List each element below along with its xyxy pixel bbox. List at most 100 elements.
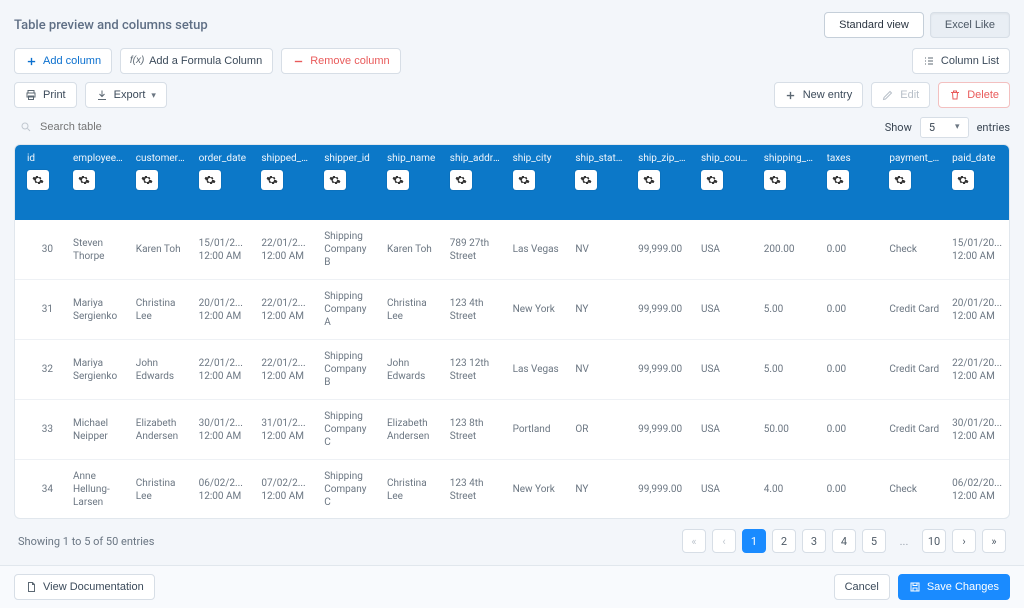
list-icon — [923, 55, 935, 67]
cell: 20/01/20...12:00 AM — [946, 287, 1009, 333]
print-button[interactable]: Print — [14, 82, 77, 108]
pager-last-button[interactable]: » — [982, 529, 1006, 553]
column-gear-button[interactable] — [73, 170, 95, 190]
view-standard-tab[interactable]: Standard view — [824, 12, 924, 38]
cell: 123 4th Street — [444, 287, 507, 333]
gear-icon — [392, 174, 404, 186]
cell: Credit Card — [883, 293, 946, 326]
entries-select[interactable]: 5 ▾ — [920, 117, 969, 138]
column-label: payment_t... — [889, 153, 940, 164]
column-gear-button[interactable] — [889, 170, 911, 190]
cell-id: 30 — [15, 233, 67, 266]
column-header: paid_date — [946, 145, 1009, 220]
view-excel-tab[interactable]: Excel Like — [930, 12, 1010, 38]
minus-icon — [292, 55, 304, 67]
cell: USA — [695, 473, 758, 506]
delete-button[interactable]: Delete — [938, 82, 1010, 108]
cell: John Edwards — [381, 347, 444, 393]
pager-next-button[interactable]: › — [952, 529, 976, 553]
gear-icon — [894, 174, 906, 186]
cancel-button[interactable]: Cancel — [834, 574, 890, 600]
export-button[interactable]: Export ▾ — [85, 82, 167, 108]
column-label: customer_... — [136, 153, 187, 164]
column-header: payment_t... — [883, 145, 946, 220]
table-row[interactable]: 33Michael NeipperElizabeth Andersen30/01… — [15, 400, 1009, 460]
new-entry-label: New entry — [803, 90, 853, 101]
cell: Karen Toh — [130, 233, 193, 266]
cell: Steven Thorpe — [67, 227, 130, 273]
gear-icon — [32, 174, 44, 186]
cell: 789 27th Street — [444, 227, 507, 273]
page-title: Table preview and columns setup — [14, 18, 208, 33]
save-changes-button[interactable]: Save Changes — [898, 574, 1010, 600]
column-gear-button[interactable] — [324, 170, 346, 190]
gear-icon — [329, 174, 341, 186]
table-row[interactable]: 32Mariya SergienkoJohn Edwards22/01/2...… — [15, 340, 1009, 400]
column-gear-button[interactable] — [827, 170, 849, 190]
column-gear-button[interactable] — [701, 170, 723, 190]
plus-icon — [25, 55, 37, 67]
pager-page-button[interactable]: 1 — [742, 529, 766, 553]
column-gear-button[interactable] — [261, 170, 283, 190]
cell: 06/02/20...12:00 AM — [946, 467, 1009, 513]
chevron-down-icon: ▾ — [151, 91, 156, 100]
search-input[interactable] — [38, 120, 148, 134]
cell: 22/01/2...12:00 AM — [255, 287, 318, 333]
cell: 22/01/2...12:00 AM — [193, 347, 256, 393]
column-gear-button[interactable] — [27, 170, 49, 190]
column-header: ship_state... — [569, 145, 632, 220]
plus-icon — [785, 89, 797, 101]
edit-label: Edit — [900, 90, 919, 101]
gear-icon — [706, 174, 718, 186]
print-label: Print — [43, 90, 66, 101]
cell: NV — [569, 353, 632, 386]
pager-prev-button[interactable]: ‹ — [712, 529, 736, 553]
cell: 5.00 — [758, 353, 821, 386]
cell: 0.00 — [821, 233, 884, 266]
pager-first-button[interactable]: « — [682, 529, 706, 553]
table-row[interactable]: 31Mariya SergienkoChristina Lee20/01/2..… — [15, 280, 1009, 340]
show-label: Show — [885, 121, 912, 134]
cell: 99,999.00 — [632, 233, 695, 266]
table-row[interactable]: 34Anne Hellung-LarsenChristina Lee06/02/… — [15, 460, 1009, 519]
remove-column-button[interactable]: Remove column — [281, 48, 400, 74]
column-list-button[interactable]: Column List — [912, 48, 1010, 74]
column-label: ship_name — [387, 153, 438, 164]
cell: USA — [695, 353, 758, 386]
cell: John Edwards — [130, 347, 193, 393]
cell: Elizabeth Andersen — [381, 407, 444, 453]
add-formula-button[interactable]: f(x) Add a Formula Column — [120, 48, 273, 74]
column-header: ship_city — [507, 145, 570, 220]
new-entry-button[interactable]: New entry — [774, 82, 864, 108]
column-gear-button[interactable] — [952, 170, 974, 190]
pager-page-button[interactable]: 10 — [922, 529, 946, 553]
gear-icon — [78, 174, 90, 186]
column-gear-button[interactable] — [450, 170, 472, 190]
column-gear-button[interactable] — [513, 170, 535, 190]
add-column-button[interactable]: Add column — [14, 48, 112, 74]
pager-ellipsis[interactable]: ... — [892, 529, 916, 553]
cell: 06/02/2...12:00 AM — [193, 467, 256, 513]
pager-page-button[interactable]: 4 — [832, 529, 856, 553]
pager-page-button[interactable]: 2 — [772, 529, 796, 553]
cell: 31/01/2...12:00 AM — [255, 407, 318, 453]
column-gear-button[interactable] — [387, 170, 409, 190]
cell: Christina Lee — [130, 467, 193, 513]
document-icon — [25, 581, 37, 593]
edit-button[interactable]: Edit — [871, 82, 930, 108]
chevron-down-icon: ▾ — [955, 122, 960, 132]
cell: Shipping Company C — [318, 460, 381, 519]
cell: 22/01/20...12:00 AM — [946, 347, 1009, 393]
cell: Check — [883, 233, 946, 266]
column-gear-button[interactable] — [638, 170, 660, 190]
view-documentation-button[interactable]: View Documentation — [14, 574, 155, 600]
column-gear-button[interactable] — [764, 170, 786, 190]
table-row[interactable]: 30Steven ThorpeKaren Toh15/01/2...12:00 … — [15, 220, 1009, 280]
cell: 0.00 — [821, 293, 884, 326]
column-gear-button[interactable] — [199, 170, 221, 190]
column-gear-button[interactable] — [575, 170, 597, 190]
table-body: 30Steven ThorpeKaren Toh15/01/2...12:00 … — [15, 220, 1009, 519]
column-gear-button[interactable] — [136, 170, 158, 190]
pager-page-button[interactable]: 3 — [802, 529, 826, 553]
pager-page-button[interactable]: 5 — [862, 529, 886, 553]
